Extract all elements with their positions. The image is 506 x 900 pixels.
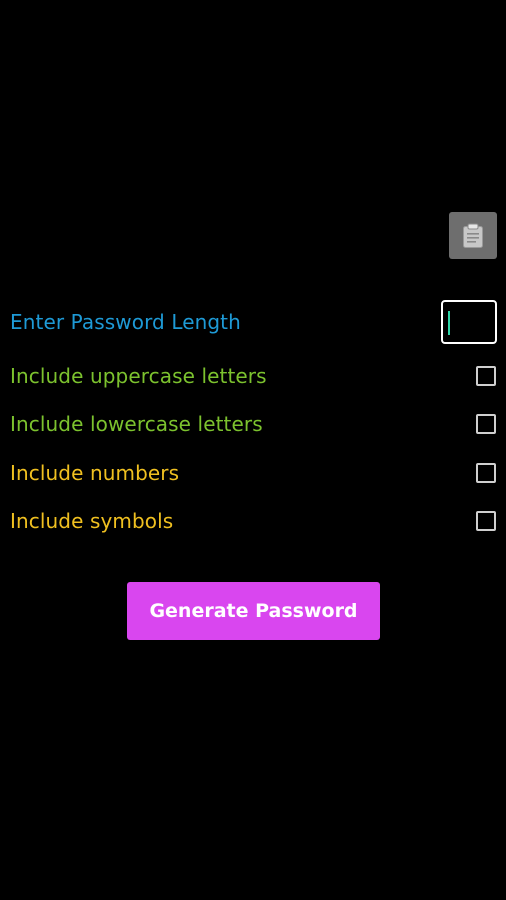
password-length-label: Enter Password Length xyxy=(10,310,241,334)
option-label-lowercase: Include lowercase letters xyxy=(10,412,263,436)
option-row-uppercase[interactable]: Include uppercase letters xyxy=(10,360,497,392)
copy-button[interactable] xyxy=(449,212,497,259)
option-row-symbols[interactable]: Include symbols xyxy=(10,505,497,537)
option-label-uppercase: Include uppercase letters xyxy=(10,364,267,388)
lowercase-checkbox[interactable] xyxy=(476,414,496,434)
password-generator-screen: Enter Password Length Include uppercase … xyxy=(0,0,506,900)
symbols-checkbox[interactable] xyxy=(476,511,496,531)
password-length-input[interactable] xyxy=(441,300,497,344)
option-label-numbers: Include numbers xyxy=(10,461,180,485)
numbers-checkbox[interactable] xyxy=(476,463,496,483)
clipboard-icon xyxy=(463,223,483,248)
option-row-numbers[interactable]: Include numbers xyxy=(10,457,497,489)
generate-password-button[interactable]: Generate Password xyxy=(127,582,380,640)
option-row-lowercase[interactable]: Include lowercase letters xyxy=(10,408,497,440)
text-caret xyxy=(448,311,450,335)
option-label-symbols: Include symbols xyxy=(10,509,174,533)
uppercase-checkbox[interactable] xyxy=(476,366,496,386)
password-length-row: Enter Password Length xyxy=(10,300,497,344)
